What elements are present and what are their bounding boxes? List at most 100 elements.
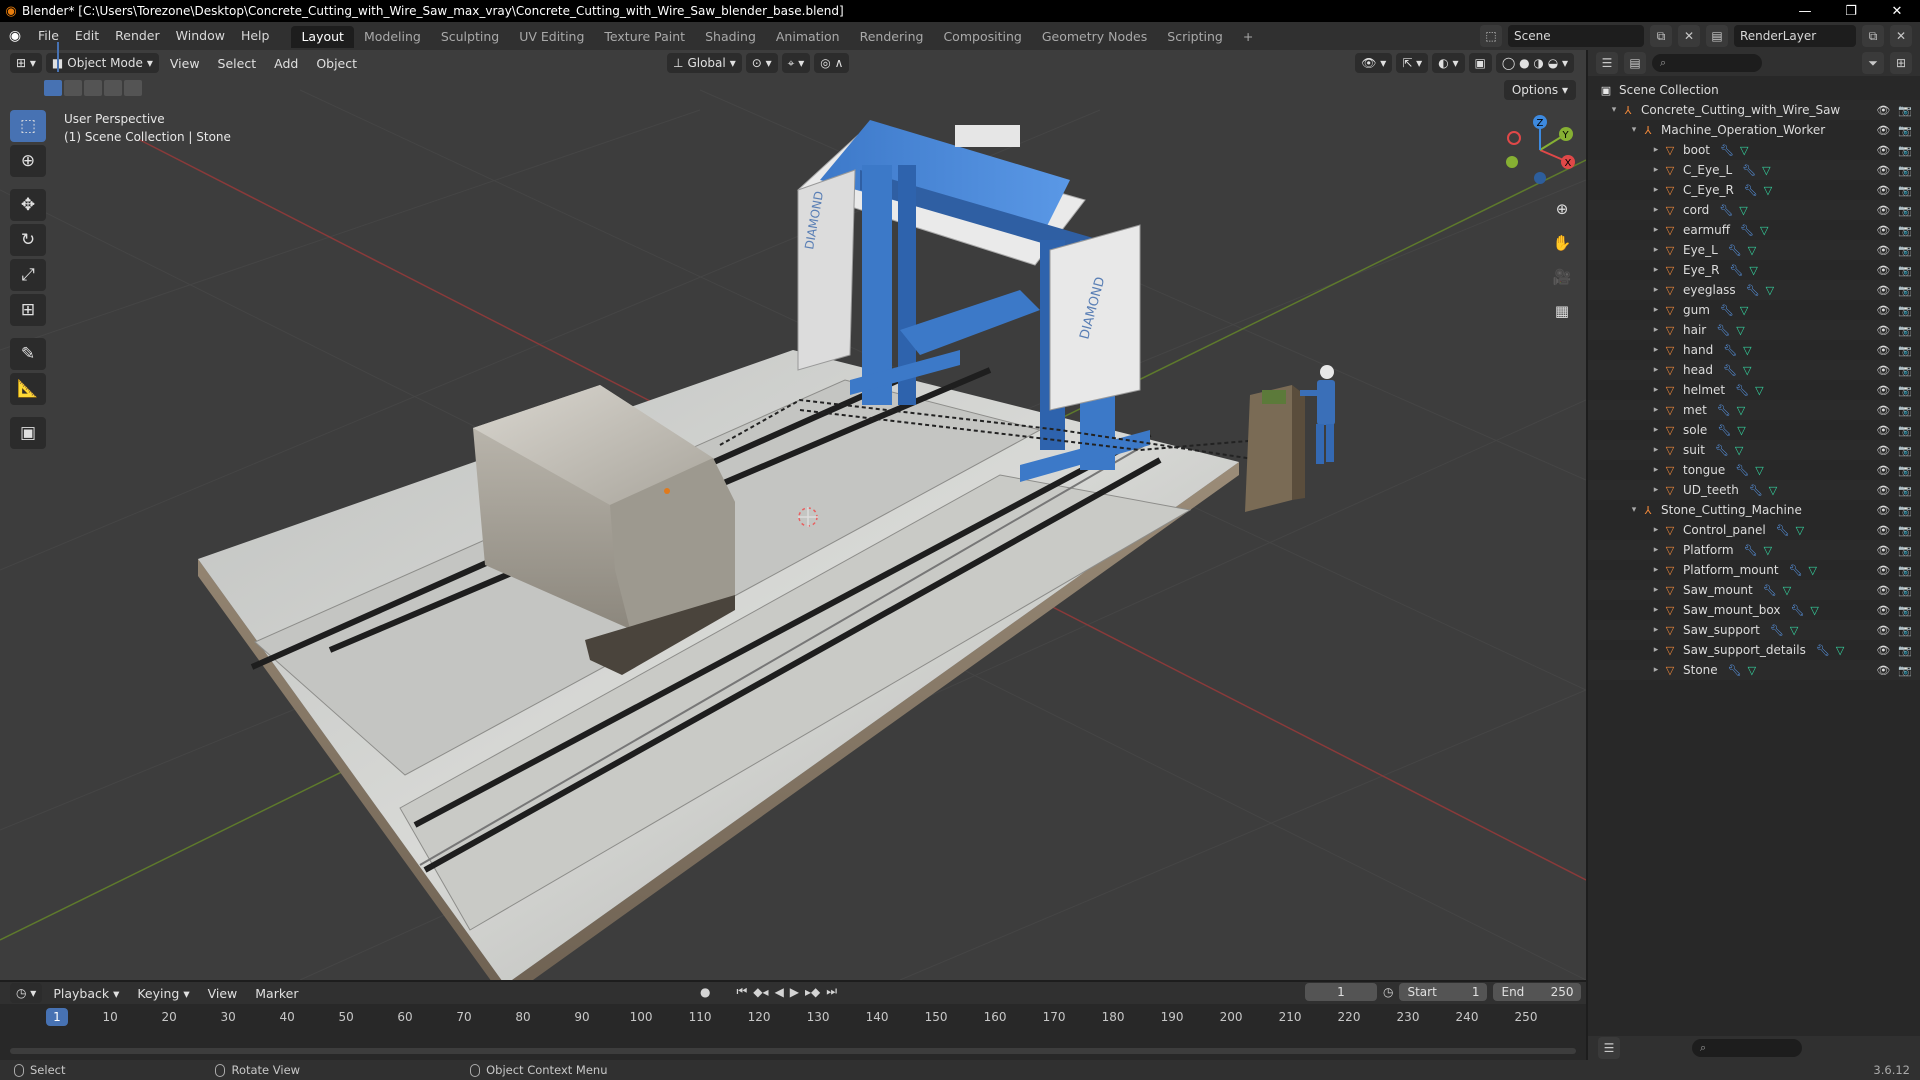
delete-view-layer-icon[interactable]: ✕ xyxy=(1890,25,1912,47)
eye-icon[interactable]: 👁 xyxy=(1876,284,1890,297)
cursor-tool-icon[interactable]: ⊕ xyxy=(10,145,46,177)
shading-mode-buttons[interactable]: ◯ ● ◑ ◒ ▾ xyxy=(1495,53,1574,73)
view-layer-icon[interactable]: ▤ xyxy=(1706,25,1728,47)
select-new-icon[interactable] xyxy=(44,80,62,96)
tree-row-object[interactable]: ▸ ▽ C_Eye_R 🔧︎ ▽ 👁 📷 xyxy=(1588,180,1920,200)
mesh-data-icon[interactable]: ▽ xyxy=(1743,344,1751,357)
camera-icon[interactable]: 📷 xyxy=(1898,304,1912,317)
tree-row-object[interactable]: ▸ ▽ Stone 🔧︎ ▽ 👁 📷 xyxy=(1588,660,1920,680)
tree-row-object[interactable]: ▸ ▽ boot 🔧︎ ▽ 👁 📷 xyxy=(1588,140,1920,160)
tree-row-object[interactable]: ▸ ▽ Saw_support 🔧︎ ▽ 👁 📷 xyxy=(1588,620,1920,640)
wrench-icon[interactable]: 🔧︎ xyxy=(1717,424,1731,437)
tree-row-object[interactable]: ▸ ▽ UD_teeth 🔧︎ ▽ 👁 📷 xyxy=(1588,480,1920,500)
eye-icon[interactable]: 👁 xyxy=(1876,564,1890,577)
mode-dropdown[interactable]: ■ Object Mode ▾ xyxy=(45,53,159,73)
eye-icon[interactable]: 👁 xyxy=(1876,264,1890,277)
navigation-gizmo[interactable]: X Y Z xyxy=(1500,110,1580,190)
eye-icon[interactable]: 👁 xyxy=(1876,604,1890,617)
camera-icon[interactable]: 📷 xyxy=(1898,104,1912,117)
eye-icon[interactable]: 👁 xyxy=(1876,584,1890,597)
expand-arrow-icon[interactable]: ▸ xyxy=(1650,545,1662,555)
menu-object[interactable]: Object xyxy=(309,56,364,71)
tab-shading[interactable]: Shading xyxy=(695,26,766,48)
menu-file[interactable]: File xyxy=(30,22,67,50)
mesh-data-icon[interactable]: ▽ xyxy=(1766,284,1774,297)
tree-row-object[interactable]: ▸ ▽ sole 🔧︎ ▽ 👁 📷 xyxy=(1588,420,1920,440)
tab-texture-paint[interactable]: Texture Paint xyxy=(594,26,695,48)
eye-icon[interactable]: 👁 xyxy=(1876,344,1890,357)
tree-row-object[interactable]: ▸ ▽ Platform_mount 🔧︎ ▽ 👁 📷 xyxy=(1588,560,1920,580)
eye-icon[interactable]: 👁 xyxy=(1876,484,1890,497)
jump-start-icon[interactable]: ⏮ xyxy=(736,984,747,999)
scene-selector-icon[interactable]: ⬚ xyxy=(1480,25,1502,47)
expand-arrow-icon[interactable]: ▸ xyxy=(1650,485,1662,495)
camera-icon[interactable]: 📷 xyxy=(1898,584,1912,597)
tree-row-object[interactable]: ▸ ▽ Control_panel 🔧︎ ▽ 👁 📷 xyxy=(1588,520,1920,540)
expand-arrow-icon[interactable]: ▸ xyxy=(1650,185,1662,195)
rotate-tool-icon[interactable]: ↻ xyxy=(10,224,46,256)
tab-layout[interactable]: Layout xyxy=(291,26,354,48)
eye-icon[interactable]: 👁 xyxy=(1876,644,1890,657)
tree-row-object[interactable]: ▸ ▽ Platform 🔧︎ ▽ 👁 📷 xyxy=(1588,540,1920,560)
tab-animation[interactable]: Animation xyxy=(766,26,850,48)
expand-arrow-icon[interactable]: ▸ xyxy=(1650,405,1662,415)
tree-row-object[interactable]: ▸ ▽ hand 🔧︎ ▽ 👁 📷 xyxy=(1588,340,1920,360)
transform-tool-icon[interactable]: ⊞ xyxy=(10,294,46,326)
properties-search-input[interactable]: ⌕ xyxy=(1692,1039,1802,1057)
expand-arrow-icon[interactable]: ▸ xyxy=(1650,165,1662,175)
next-keyframe-icon[interactable]: ▸◆ xyxy=(805,985,820,999)
menu-edit[interactable]: Edit xyxy=(67,22,107,50)
select-box-tool-icon[interactable]: ⬚ xyxy=(10,110,46,142)
eye-icon[interactable]: 👁 xyxy=(1876,524,1890,537)
expand-arrow-icon[interactable]: ▸ xyxy=(1650,565,1662,575)
mesh-data-icon[interactable]: ▽ xyxy=(1764,544,1772,557)
expand-arrow-icon[interactable]: ▸ xyxy=(1650,225,1662,235)
play-icon[interactable]: ▶ xyxy=(790,985,799,999)
record-icon[interactable]: ● xyxy=(700,985,710,999)
wrench-icon[interactable]: 🔧︎ xyxy=(1790,604,1804,617)
mesh-data-icon[interactable]: ▽ xyxy=(1743,364,1751,377)
tab-rendering[interactable]: Rendering xyxy=(850,26,934,48)
close-icon[interactable]: ✕ xyxy=(1874,0,1920,22)
eye-icon[interactable]: 👁 xyxy=(1876,244,1890,257)
wrench-icon[interactable]: 🔧︎ xyxy=(1744,544,1758,557)
wrench-icon[interactable]: 🔧︎ xyxy=(1729,264,1743,277)
delete-scene-icon[interactable]: ✕ xyxy=(1678,25,1700,47)
mesh-data-icon[interactable]: ▽ xyxy=(1755,464,1763,477)
camera-icon[interactable]: 📷 xyxy=(1898,324,1912,337)
3d-viewport[interactable]: DIAMOND DIAMOND ⊞ ▾ Object Mode ▾ View S… xyxy=(0,50,1586,980)
end-frame-field[interactable]: End 250 xyxy=(1493,983,1582,1001)
tree-row-object[interactable]: ▸ ▽ Saw_support_details 🔧︎ ▽ 👁 📷 xyxy=(1588,640,1920,660)
expand-arrow-icon[interactable]: ▸ xyxy=(1650,645,1662,655)
tab-compositing[interactable]: Compositing xyxy=(933,26,1031,48)
eye-icon[interactable]: 👁 xyxy=(1876,104,1890,117)
expand-arrow-icon[interactable]: ▸ xyxy=(1650,625,1662,635)
camera-icon[interactable]: 📷 xyxy=(1898,344,1912,357)
wrench-icon[interactable]: 🔧︎ xyxy=(1740,224,1754,237)
filter-icon[interactable]: ⏷ xyxy=(1862,52,1884,74)
tree-row-object[interactable]: ▸ ▽ Eye_L 🔧︎ ▽ 👁 📷 xyxy=(1588,240,1920,260)
mesh-data-icon[interactable]: ▽ xyxy=(1783,584,1791,597)
options-button[interactable]: Options ▾ xyxy=(1503,80,1576,100)
tree-row-object[interactable]: ▸ ▽ suit 🔧︎ ▽ 👁 📷 xyxy=(1588,440,1920,460)
editor-type-button[interactable]: ⊞ ▾ xyxy=(10,53,42,73)
timeline-scrollbar[interactable] xyxy=(10,1048,1576,1054)
tree-row-object[interactable]: ▸ ▽ met 🔧︎ ▽ 👁 📷 xyxy=(1588,400,1920,420)
eye-icon[interactable]: 👁 xyxy=(1876,624,1890,637)
camera-icon[interactable]: 📷 xyxy=(1898,364,1912,377)
camera-icon[interactable]: 📷 xyxy=(1898,664,1912,677)
expand-arrow-icon[interactable]: ▸ xyxy=(1650,145,1662,155)
tree-row-object[interactable]: ▸ ▽ helmet 🔧︎ ▽ 👁 📷 xyxy=(1588,380,1920,400)
camera-view-icon[interactable]: 🎥 xyxy=(1548,263,1576,291)
wrench-icon[interactable]: 🔧︎ xyxy=(1719,204,1733,217)
wrench-icon[interactable]: 🔧︎ xyxy=(1735,384,1749,397)
expand-arrow-icon[interactable]: ▸ xyxy=(1650,665,1662,675)
menu-view[interactable]: View xyxy=(163,56,207,71)
eye-icon[interactable]: 👁 xyxy=(1876,124,1890,137)
eye-icon[interactable]: 👁 xyxy=(1876,364,1890,377)
expand-arrow-icon[interactable]: ▸ xyxy=(1650,525,1662,535)
mesh-data-icon[interactable]: ▽ xyxy=(1764,184,1772,197)
menu-playback[interactable]: Playback ▾ xyxy=(46,986,126,1001)
camera-icon[interactable]: 📷 xyxy=(1898,164,1912,177)
mesh-data-icon[interactable]: ▽ xyxy=(1749,264,1757,277)
